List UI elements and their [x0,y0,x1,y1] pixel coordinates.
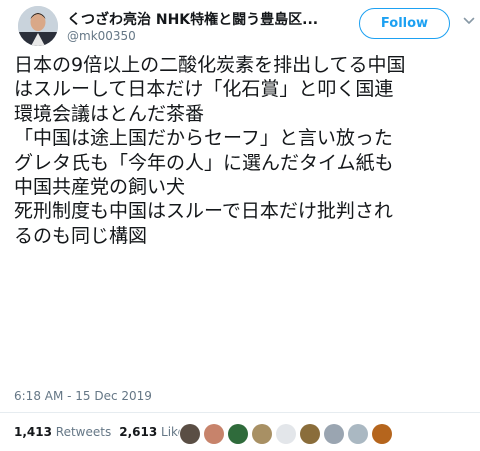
tweet-text-line: るのも同じ構図 [14,224,148,247]
liker-avatar-icon[interactable] [324,424,344,444]
liker-avatar-icon[interactable] [180,424,200,444]
tweet-timestamp[interactable]: 6:18 AM - 15 Dec 2019 [14,389,152,403]
liker-avatar-icon[interactable] [276,424,296,444]
avatar-photo-icon [18,6,58,46]
liker-avatar-icon[interactable] [252,424,272,444]
follow-button[interactable]: Follow [359,8,450,39]
tweet-text-line: 死刑制度も中国はスルーで日本だけ批判され [14,200,393,223]
liker-avatar-icon[interactable] [300,424,320,444]
retweets-stat[interactable]: 1,413 Retweets [14,425,111,439]
retweets-count: 1,413 [14,425,52,439]
liker-avatar-icon[interactable] [372,424,392,444]
liker-avatar-icon[interactable] [204,424,224,444]
tweet-header: くつざわ亮治 NHK特権と闘う豊島区... @mk00350 Follow [18,6,475,50]
display-name[interactable]: くつざわ亮治 NHK特権と闘う豊島区... [67,9,318,29]
tweet-text: 日本の9倍以上の二酸化炭素を排出してる中国 はスルーして日本だけ「化石賞」と叩く… [14,53,474,248]
chevron-down-icon[interactable] [463,16,475,26]
user-avatar[interactable] [18,6,58,46]
tweet-text-line: 中国共産党の飼い犬 [14,176,186,199]
tweet-text-line: 日本の9倍以上の二酸化炭素を排出してる中国 [14,54,406,76]
user-handle[interactable]: @mk00350 [67,29,136,43]
tweet-text-line: グレタ氏も「今年の人」に選んだタイム紙も [14,151,394,174]
tweet-stats: 1,413 Retweets 2,613 Likes [14,425,191,439]
divider [0,412,480,413]
retweets-label: Retweets [55,425,112,439]
tweet-text-line: はスルーして日本だけ「化石賞」と叩く国連 [14,78,394,101]
tweet-text-line: 「中国は途上国だからセーフ」と言い放った [14,127,393,150]
tweet-text-line: 環境会議はとんだ茶番 [14,102,205,125]
liker-avatar-icon[interactable] [348,424,368,444]
likes-count: 2,613 [119,425,158,439]
tweet-card: くつざわ亮治 NHK特権と闘う豊島区... @mk00350 Follow 日本… [0,0,480,451]
liker-avatar-icon[interactable] [228,424,248,444]
